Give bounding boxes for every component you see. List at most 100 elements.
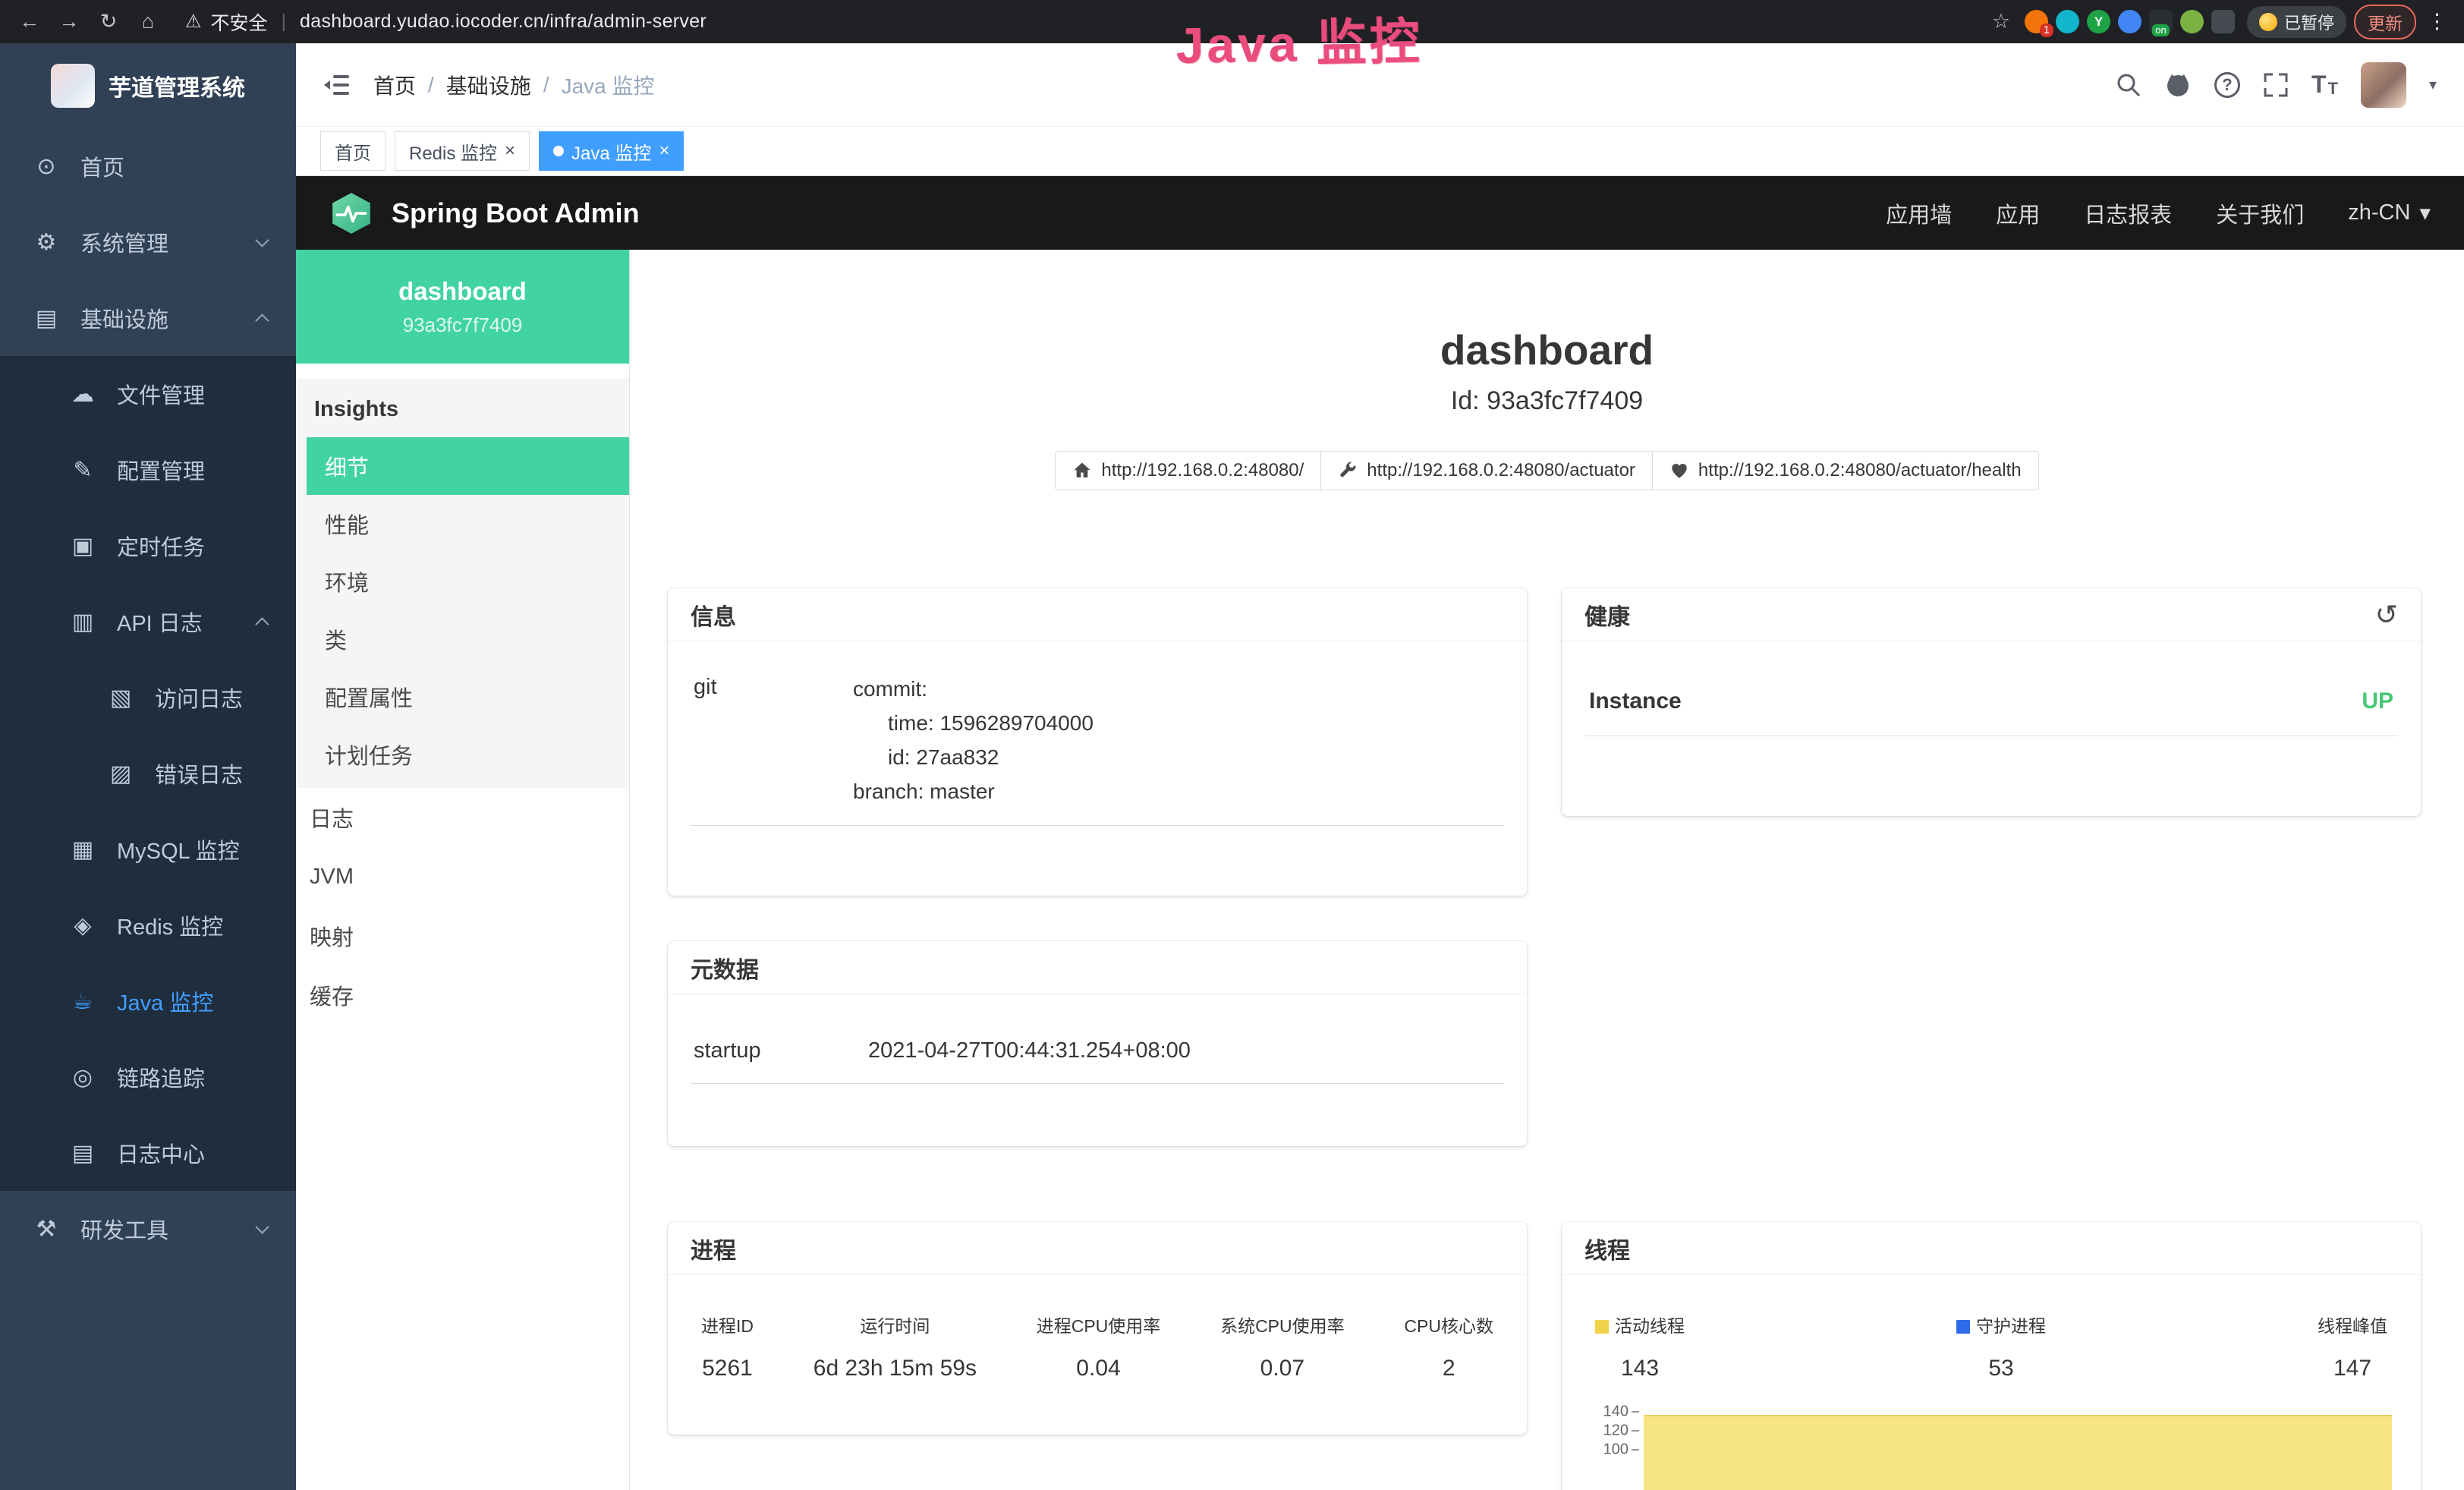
breadcrumb-infrastructure[interactable]: 基础设施 [446,70,531,100]
instance-id: 93a3fc7f7409 [403,313,523,337]
app-logo-image [51,64,95,108]
sidebar-collapse-icon[interactable] [323,73,351,97]
tab-java-monitor[interactable]: Java 监控 × [539,131,684,171]
sba-menu-details[interactable]: 细节 [307,437,629,495]
breadcrumb-home[interactable]: 首页 [373,70,416,100]
sba-brand-title: Spring Boot Admin [392,197,640,229]
sba-brand[interactable]: Spring Boot Admin [329,191,640,235]
process-card: 进程 进程ID 5261 运行时间 6d 23h 15m 59s 进程C [668,1222,1527,1435]
sba-menu-environment[interactable]: 环境 [307,553,629,610]
reload-icon[interactable]: ↻ [93,10,124,33]
font-size-icon[interactable]: T T [2311,71,2338,99]
sba-nav-about[interactable]: 关于我们 [2216,197,2304,229]
app-logo-row[interactable]: 芋道管理系统 [0,43,296,128]
close-icon[interactable]: × [659,142,669,160]
sba-nav-journal[interactable]: 日志报表 [2084,197,2172,229]
user-avatar[interactable] [2361,62,2406,108]
health-card: 健康 ↺ Instance UP [1562,588,2421,816]
trace-icon: ◎ [68,1064,97,1091]
extension-drop-icon[interactable] [2056,10,2079,33]
sidebar-item-scheduled-tasks[interactable]: ▣ 定时任务 [0,508,296,584]
avatar-caret-icon[interactable]: ▾ [2429,75,2437,94]
close-icon[interactable]: × [505,142,515,160]
extension-y-icon[interactable]: Y [2087,10,2110,33]
forward-icon[interactable]: → [53,10,85,33]
address-bar[interactable]: ⚠ 不安全 | dashboard.yudao.iocoder.cn/infra… [185,8,706,36]
help-icon[interactable]: ? [2214,72,2240,98]
tab-home[interactable]: 首页 [320,131,385,171]
sba-locale-select[interactable]: zh-CN ▾ [2348,200,2431,226]
update-button[interactable]: 更新 [2354,5,2416,39]
sba-menu-classes[interactable]: 类 [307,610,629,668]
sidebar-item-api-logs[interactable]: ▥ API 日志 [0,584,296,660]
sidebar-item-system-management[interactable]: ⚙ 系统管理 [0,204,296,280]
insights-section-label: Insights [296,379,629,437]
sidebar-item-infrastructure[interactable]: ▤ 基础设施 [0,280,296,356]
sidebar-item-log-center[interactable]: ▤ 日志中心 [0,1115,296,1191]
sba-nav-wallboard[interactable]: 应用墙 [1886,197,1952,229]
chevron-down-icon: ▾ [2419,200,2431,226]
sidebar-item-error-logs[interactable]: ▨ 错误日志 [0,736,296,811]
sba-menu-caches[interactable]: 缓存 [296,966,629,1025]
tools-icon: ⚒ [32,1216,61,1243]
breadcrumb-current: Java 监控 [562,70,655,100]
paused-badge[interactable]: 已暂停 [2247,6,2346,38]
tab-redis-monitor[interactable]: Redis 监控 × [395,131,530,171]
metadata-card: 元数据 startup 2021-04-27T00:44:31.254+08:0… [668,941,1527,1146]
extension-grid-icon[interactable] [2118,10,2141,33]
sidebar-item-redis-monitor[interactable]: ◈ Redis 监控 [0,887,296,963]
status-badge: UP [2362,688,2393,714]
threads-card: 线程 活动线程 143 守护进程 [1562,1222,2421,1490]
url-text[interactable]: dashboard.yudao.iocoder.cn/infra/admin-s… [300,11,706,33]
sba-menu-config-props[interactable]: 配置属性 [307,668,629,726]
infrastructure-icon: ▤ [32,305,61,332]
sidebar-item-mysql-monitor[interactable]: ▦ MySQL 监控 [0,811,296,887]
sidebar-item-link-tracing[interactable]: ◎ 链路追踪 [0,1039,296,1115]
sba-instance-block[interactable]: dashboard 93a3fc7f7409 [296,250,629,364]
sba-menu-jvm[interactable]: JVM [296,847,629,906]
github-icon[interactable] [2164,71,2192,99]
sidebar-item-access-logs[interactable]: ▧ 访问日志 [0,660,296,736]
sba-menu-logs[interactable]: 日志 [296,788,629,847]
sidebar-item-dev-tools[interactable]: ⚒ 研发工具 [0,1191,296,1267]
dashboard-icon: ⊙ [32,153,61,180]
search-icon[interactable] [2116,72,2141,98]
legend-square-yellow [1595,1320,1609,1334]
insecure-warning-icon: ⚠ [185,11,202,33]
sba-menu-scheduled-tasks[interactable]: 计划任务 [307,726,629,783]
process-stat: 运行时间 6d 23h 15m 59s [813,1312,977,1381]
sba-nav-applications[interactable]: 应用 [1996,197,2040,229]
service-url-button[interactable]: http://192.168.0.2:48080/ [1055,451,1321,490]
sidebar-item-file-management[interactable]: ☁ 文件管理 [0,356,296,432]
health-instance-row: Instance UP [1584,663,2398,736]
sba-menu-performance[interactable]: 性能 [307,495,629,553]
bookmark-star-icon[interactable]: ☆ [1985,10,2017,33]
history-icon[interactable]: ↺ [2375,601,2398,628]
actuator-url-button[interactable]: http://192.168.0.2:48080/actuator [1320,451,1653,490]
active-tab-dot [553,146,564,156]
app-sidebar: 芋道管理系统 ⊙ 首页 ⚙ 系统管理 ▤ 基础设施 ☁ 文件管理 ✎ 配置管理 … [0,43,296,1490]
sidebar-item-label: 基础设施 [80,302,168,334]
log-center-icon: ▤ [68,1140,97,1167]
redis-icon: ◈ [68,912,97,939]
home-icon[interactable]: ⌂ [132,10,164,33]
extensions-puzzle-icon[interactable] [2211,10,2235,33]
sba-logo-icon [329,191,373,235]
app-title: 芋道管理系统 [109,69,245,102]
sidebar-item-config-management[interactable]: ✎ 配置管理 [0,432,296,508]
extension-leaf-icon[interactable] [2180,10,2204,33]
emoji-face-icon [2259,13,2277,31]
sba-menu-mappings[interactable]: 映射 [296,906,629,966]
extension-fox-icon[interactable]: 1 [2025,10,2048,33]
sidebar-item-home[interactable]: ⊙ 首页 [0,128,296,204]
sidebar-item-java-monitor[interactable]: ☕ Java 监控 [0,963,296,1039]
fullscreen-icon[interactable] [2263,72,2289,98]
breadcrumb-separator: / [543,73,549,97]
java-monitor-icon: ☕ [68,988,97,1015]
back-icon[interactable]: ← [14,10,46,33]
tags-view: 首页 Redis 监控 × Java 监控 × [296,127,2464,176]
extension-switch-icon[interactable]: on [2149,10,2173,33]
browser-menu-icon[interactable]: ⋮ [2427,10,2447,33]
health-url-button[interactable]: http://192.168.0.2:48080/actuator/health [1652,451,2039,490]
security-label: 不安全 [211,8,268,36]
